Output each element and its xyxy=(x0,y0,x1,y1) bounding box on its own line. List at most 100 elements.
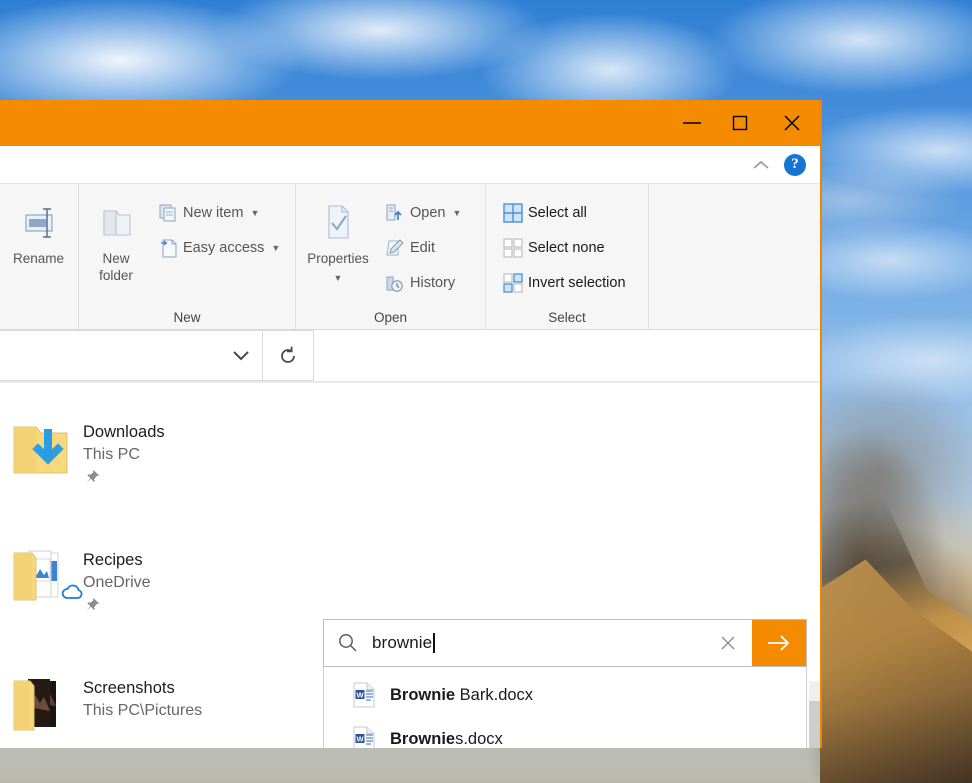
ribbon-group-select: Select all Select no xyxy=(486,184,649,329)
easy-access-button[interactable]: Easy access ▼ xyxy=(153,230,288,265)
open-button[interactable]: Open ▼ xyxy=(380,195,469,230)
open-label: Open xyxy=(410,205,445,221)
maximize-button[interactable] xyxy=(716,100,764,146)
open-group-small-buttons: Open ▼ Edit xyxy=(380,192,469,300)
word-document-icon: W xyxy=(342,681,386,709)
chevron-down-icon[interactable]: ▼ xyxy=(271,243,280,253)
item-name: Downloads xyxy=(83,421,165,443)
suggestion-match: Brownie xyxy=(390,686,455,704)
close-button[interactable] xyxy=(764,100,820,146)
title-bar xyxy=(0,100,820,146)
search-icon xyxy=(324,620,372,666)
svg-text:W: W xyxy=(356,734,364,743)
select-all-icon xyxy=(498,203,528,223)
ribbon-group-title-organize xyxy=(0,305,78,329)
minimize-button[interactable] xyxy=(668,100,716,146)
item-location: This PC\Pictures xyxy=(83,699,202,723)
new-group-small-buttons: New item ▼ Easy access xyxy=(153,192,288,265)
ribbon-group-title-new: New xyxy=(79,305,295,329)
search-overlay: brownie xyxy=(323,619,807,748)
search-submit-button[interactable] xyxy=(752,620,806,666)
edit-label: Edit xyxy=(410,240,435,256)
new-folder-icon xyxy=(94,196,138,250)
ribbon-group-organize: Rename xyxy=(0,184,79,329)
new-folder-label-line1: New xyxy=(99,250,133,267)
select-all-label: Select all xyxy=(528,205,587,221)
file-explorer-window: ? xyxy=(0,100,822,748)
select-group-small-buttons: Select all Select no xyxy=(486,192,634,300)
suggestion-filename: Brownie Bark.docx xyxy=(390,686,533,705)
rename-button[interactable]: Rename xyxy=(0,192,78,267)
help-button[interactable]: ? xyxy=(784,154,806,176)
properties-button[interactable]: Properties ▼ xyxy=(296,192,380,287)
new-item-label: New item xyxy=(183,205,243,221)
history-button[interactable]: History xyxy=(380,265,469,300)
pin-icon xyxy=(83,468,165,491)
scrollbar-thumb[interactable] xyxy=(809,701,820,748)
item-name: Recipes xyxy=(83,549,151,571)
navigation-bar xyxy=(0,330,820,382)
chevron-down-icon[interactable] xyxy=(220,349,262,362)
select-none-button[interactable]: Select none xyxy=(498,230,634,265)
content-area: Downloads This PC xyxy=(0,382,820,748)
pin-icon xyxy=(83,596,151,619)
search-suggestion-item[interactable]: W Brownie Bark.docx xyxy=(324,673,806,717)
item-name: Screenshots xyxy=(83,677,202,699)
refresh-button[interactable] xyxy=(262,330,314,381)
select-none-label: Select none xyxy=(528,240,605,256)
list-item-text: Screenshots This PC\Pictures xyxy=(83,673,202,723)
invert-selection-label: Invert selection xyxy=(528,275,626,291)
collapse-ribbon-chevron-up-icon[interactable] xyxy=(744,151,778,179)
list-item-text: Recipes OneDrive xyxy=(83,545,151,619)
ribbon-group-empty xyxy=(649,184,820,329)
screenshots-folder-icon xyxy=(0,673,83,737)
word-document-icon: W xyxy=(342,725,386,748)
text-cursor xyxy=(433,633,435,653)
suggestion-suffix: Bark.docx xyxy=(455,686,533,704)
search-box[interactable]: brownie xyxy=(323,619,807,667)
new-item-button[interactable]: New item ▼ xyxy=(153,195,288,230)
search-query-text: brownie xyxy=(372,633,432,653)
new-folder-label-line2: folder xyxy=(99,267,133,284)
search-suggestions-dropdown: WBrownie Bark.docxWBrownies.docxWCream C… xyxy=(323,667,807,748)
list-item[interactable]: Recipes OneDrive xyxy=(0,545,317,619)
chevron-down-icon[interactable]: ▼ xyxy=(452,208,461,218)
search-suggestion-item[interactable]: W Brownies.docx xyxy=(324,717,806,748)
ribbon-group-title-select: Select xyxy=(486,305,648,329)
suggestion-match: Brownie xyxy=(390,730,455,748)
properties-icon xyxy=(318,196,358,250)
invert-selection-button[interactable]: Invert selection xyxy=(498,265,634,300)
ribbon-group-title-open: Open xyxy=(296,305,485,329)
suggestion-suffix: s.docx xyxy=(455,730,503,748)
search-input[interactable]: brownie xyxy=(372,620,704,666)
downloads-folder-icon xyxy=(0,417,83,481)
ribbon-toolbar: Rename New xyxy=(0,183,820,330)
easy-access-label: Easy access xyxy=(183,240,264,256)
properties-label: Properties xyxy=(307,250,369,267)
edit-button[interactable]: Edit xyxy=(380,230,469,265)
edit-icon xyxy=(380,237,410,259)
onedrive-cloud-icon xyxy=(59,581,89,608)
clear-search-icon[interactable] xyxy=(704,620,752,666)
nav-spacer xyxy=(314,330,820,381)
list-item[interactable]: Screenshots This PC\Pictures xyxy=(0,673,317,737)
list-item[interactable]: Downloads This PC xyxy=(0,417,317,491)
rename-icon xyxy=(18,196,60,250)
scrollbar-vertical[interactable] xyxy=(809,681,820,748)
new-item-icon xyxy=(153,202,183,224)
select-all-button[interactable]: Select all xyxy=(498,195,634,230)
history-icon xyxy=(380,272,410,294)
chevron-down-icon[interactable]: ▼ xyxy=(334,270,343,287)
item-location: This PC xyxy=(83,443,165,467)
easy-access-icon xyxy=(153,237,183,259)
rename-label: Rename xyxy=(13,250,64,267)
invert-selection-icon xyxy=(498,273,528,293)
ribbon-collapse-row: ? xyxy=(0,146,820,183)
screen: ? xyxy=(0,0,972,783)
history-label: History xyxy=(410,275,455,291)
ribbon-group-open: Properties ▼ xyxy=(296,184,486,329)
address-bar[interactable] xyxy=(0,330,262,381)
svg-text:W: W xyxy=(356,690,364,699)
new-folder-button[interactable]: New folder xyxy=(79,192,153,284)
chevron-down-icon[interactable]: ▼ xyxy=(250,208,259,218)
